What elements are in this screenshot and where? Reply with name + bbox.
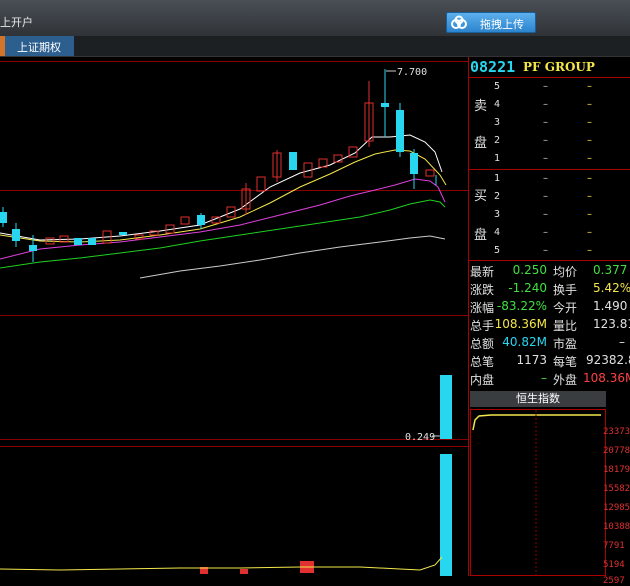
stat-value: 0.377 [593,263,628,277]
buy-level: 2 [494,191,501,202]
stock-code: 08221 [470,58,516,76]
hsi-title-bar[interactable]: 恒生指数 [470,391,606,407]
stat-value: 108.36M [494,317,547,331]
stat-value: 40.82M [502,335,547,349]
hsi-line [472,414,601,431]
stat-label: 最新 [470,265,495,279]
sell-price: – [543,135,548,146]
hsi-line-svg [472,410,601,575]
stat-label: 量比 [553,319,578,333]
stat-label: 均价 [553,265,578,279]
hsi-axis-label: 2597 [603,576,625,586]
peak-price-label: 7.700 [397,67,427,78]
buy-price: – [543,245,548,256]
stat-value: 123.81 [593,317,630,331]
stat-label: 总笔 [470,355,495,369]
sell-level: 1 [494,153,501,164]
hsi-axis-label: 5194 [603,560,625,570]
sell-volume: – [587,81,592,92]
buy-level: 3 [494,209,501,220]
stat-value: – [619,335,625,349]
open-account-link[interactable]: 上开户 [0,14,33,30]
buy-label-top: 买 [474,189,488,204]
sell-level: 5 [494,81,501,92]
buy-volume: – [587,245,592,256]
buy-price: – [543,227,548,238]
sell-volume: – [587,117,592,128]
sell-volume: – [587,153,592,164]
sell-volume: – [587,135,592,146]
sell-level: 4 [494,99,501,110]
sell-label-top: 卖 [474,99,488,114]
buy-volume: – [587,191,592,202]
buy-price: – [543,209,548,220]
stat-value: 5.42% [593,281,630,295]
stat-value: 1.490 [593,299,628,313]
stock-name: PF GROUP [523,60,595,74]
stat-value: 108.36M [583,371,630,385]
stat-value: 1173 [516,353,547,367]
drag-upload-button[interactable]: 拖拽上传 [446,12,536,33]
stat-label: 市盈 [553,337,578,351]
volume-bar-upper [440,375,452,439]
buy-label-bottom: 盘 [474,228,488,243]
ma-lines [0,134,447,279]
sell-volume: – [587,99,592,110]
sell-label-bottom: 盘 [474,136,488,151]
sell-price: – [543,117,548,128]
buy-volume: – [587,227,592,238]
stat-label: 涨幅 [470,301,495,315]
stat-label: 内盘 [470,373,495,387]
stat-label: 外盘 [553,373,578,387]
stat-label: 今开 [553,301,578,315]
volume-ma-line [0,556,443,571]
sell-level: 2 [494,135,501,146]
hsi-axis-label: 12985 [603,503,630,513]
stat-label: 涨跌 [470,283,495,297]
upload-label: 拖拽上传 [480,18,524,31]
sell-price: – [543,153,548,164]
kline-chart[interactable]: 7.700 0.249 [0,57,468,576]
hsi-axis-label: 15582 [603,484,630,494]
tab-sse-options[interactable]: 上证期权 [0,36,74,56]
hsi-axis-label: 20778 [603,446,630,456]
ma30-line [0,199,446,269]
stat-label: 换手 [553,283,578,297]
hsi-mini-chart [470,409,606,576]
stat-value: 0.250 [512,263,547,277]
sell-price: – [543,81,548,92]
buy-level: 5 [494,245,501,256]
stat-value: 92382.8 [586,353,630,367]
stat-label: 每笔 [553,355,578,369]
stat-label: 总额 [470,337,495,351]
ma5-line [0,134,443,241]
quote-panel: 08221 PF GROUP 卖 盘 5 4 3 2 1 – – – – – –… [468,57,630,586]
candles [0,69,437,262]
vol-price-label: 0.249 [405,432,435,443]
buy-level: 1 [494,173,501,184]
buy-level: 4 [494,227,501,238]
buy-price: – [543,173,548,184]
stat-value: – [541,371,547,385]
stat-value: -83.22% [496,299,547,313]
hsi-axis-label: 18179 [603,465,630,475]
buy-volume: – [587,173,592,184]
tab-bar [0,36,630,57]
sell-level: 3 [494,117,501,128]
sell-price: – [543,99,548,110]
hsi-axis-label: 23373 [603,427,630,437]
buy-price: – [543,191,548,202]
hsi-axis-label: 10388 [603,522,630,532]
stat-label: 总手 [470,319,495,333]
buy-volume: – [587,209,592,220]
stat-value: -1.240 [508,281,547,295]
hsi-axis-label: 7791 [603,541,625,551]
top-toolbar: 上开户 拖拽上传 [0,0,630,36]
ma60-line [139,235,446,279]
cloud-icon [451,15,467,29]
